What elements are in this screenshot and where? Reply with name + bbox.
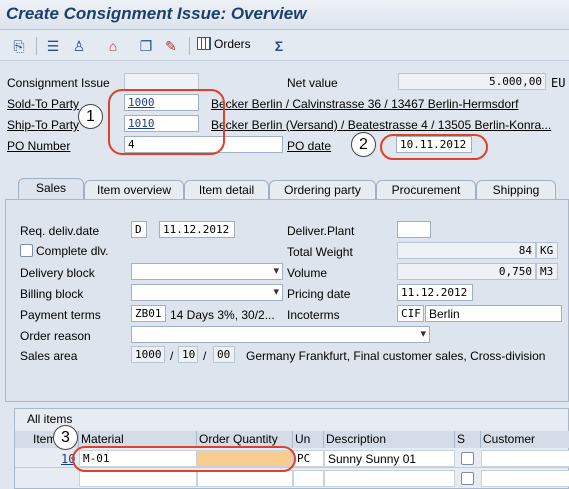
sales-org-field: 1000 — [131, 346, 165, 363]
complete-dlv-label: Complete dlv. — [36, 244, 109, 258]
currency-field: EU — [551, 76, 566, 90]
tab-ordering-party[interactable]: Ordering party — [269, 180, 376, 200]
division-field: 00 — [213, 346, 235, 363]
req-deliv-date-label: Req. deliv.date — [20, 224, 100, 238]
deliver-plant-label: Deliver.Plant — [287, 224, 355, 238]
order-reason-label: Order reason — [20, 329, 91, 343]
status-checkbox[interactable] — [461, 452, 474, 465]
complete-dlv-checkbox[interactable] — [20, 244, 33, 257]
net-value-label: Net value — [287, 76, 338, 90]
items-table-title: All items — [27, 412, 73, 426]
billing-block-label: Billing block — [20, 287, 84, 301]
customer-material-cell[interactable] — [481, 470, 569, 487]
create-item-icon[interactable]: ✎ — [162, 37, 180, 55]
callout-highlight-2 — [380, 134, 488, 160]
payment-terms-description: 14 Days 3%, 30/2... — [170, 308, 275, 322]
header-partner-icon[interactable]: ♙ — [70, 37, 88, 55]
unit-cell[interactable] — [293, 470, 324, 487]
deliver-plant-field[interactable] — [397, 221, 431, 238]
payment-terms-field[interactable]: ZB01 — [131, 305, 166, 322]
consignment-issue-label: Consignment Issue — [7, 76, 110, 90]
callout-highlight-1 — [108, 89, 225, 155]
order-reason-dropdown[interactable] — [131, 326, 430, 343]
tab-sales[interactable]: Sales — [18, 178, 84, 200]
total-weight-unit-field: KG — [536, 242, 558, 259]
tab-procurement[interactable]: Procurement — [376, 180, 476, 200]
callout-number-2: 2 — [351, 132, 376, 157]
ship-to-party-description[interactable]: Becker Berlin (Versand) / Beatestrasse 4… — [211, 118, 566, 132]
application-toolbar: ⎘ ☰ ♙ ⌂ ❐ ✎ Orders Σ — [0, 31, 569, 61]
po-date-label[interactable]: PO date — [287, 139, 331, 153]
description-cell[interactable]: Sunny Sunny 01 — [324, 450, 455, 467]
net-value-field: 5.000,00 — [398, 73, 546, 90]
column-header-status[interactable]: S — [455, 431, 481, 448]
total-weight-label: Total Weight — [287, 245, 353, 259]
home-icon[interactable]: ⌂ — [104, 37, 122, 55]
callout-number-3: 3 — [53, 425, 78, 450]
customer-material-cell[interactable] — [481, 450, 569, 467]
sold-to-party-label[interactable]: Sold-To Party — [7, 97, 79, 111]
column-header-description[interactable]: Description — [324, 431, 455, 448]
callout-number-1: 1 — [78, 104, 103, 129]
total-weight-field: 84 — [397, 242, 536, 259]
sold-to-party-description[interactable]: Becker Berlin / Calvinstrasse 36 / 13467… — [211, 97, 561, 111]
delivery-block-dropdown[interactable] — [131, 263, 283, 280]
sales-area-separator: / — [170, 349, 174, 363]
title-bar: Create Consignment Issue: Overview — [0, 0, 569, 30]
page-title: Create Consignment Issue: Overview — [6, 4, 307, 23]
column-header-unit[interactable]: Un — [293, 431, 324, 448]
tab-item-overview[interactable]: Item overview — [84, 180, 184, 200]
volume-unit-field: M3 — [536, 263, 558, 280]
material-cell[interactable] — [79, 470, 197, 487]
incoterms-label: Incoterms — [287, 308, 340, 322]
pricing-date-field[interactable]: 11.12.2012 — [397, 284, 473, 301]
sales-area-description: Germany Frankfurt, Final customer sales,… — [246, 349, 546, 363]
pricing-date-label: Pricing date — [287, 287, 351, 301]
incoterms-field[interactable]: CIF — [397, 305, 424, 322]
item-detail-icon[interactable]: ❐ — [137, 37, 155, 55]
unit-cell[interactable]: PC — [293, 450, 324, 467]
tab-shipping[interactable]: Shipping — [476, 180, 556, 200]
tabstrip: Sales Item overview Item detail Ordering… — [0, 178, 569, 200]
sigma-icon[interactable]: Σ — [270, 37, 288, 55]
volume-label: Volume — [287, 266, 328, 280]
order-quantity-cell[interactable] — [197, 470, 293, 487]
incoterms-place-field[interactable]: Berlin — [425, 305, 562, 322]
sales-area-separator: / — [203, 349, 207, 363]
volume-field: 0,750 — [397, 263, 536, 280]
sales-area-label: Sales area — [20, 349, 78, 363]
req-deliv-date-type-field[interactable]: D — [131, 221, 147, 238]
column-header-customer-material[interactable]: Customer Materi — [481, 431, 569, 463]
description-cell[interactable] — [324, 470, 455, 487]
orders-label: Orders — [214, 37, 251, 51]
callout-highlight-3 — [72, 446, 296, 472]
orders-icon — [197, 37, 211, 50]
status-checkbox[interactable] — [461, 472, 474, 485]
header-document-icon[interactable]: ☰ — [44, 37, 62, 55]
delivery-block-label: Delivery block — [20, 266, 95, 280]
payment-terms-label: Payment terms — [20, 308, 101, 322]
orders-button[interactable]: Orders — [197, 37, 251, 55]
tab-item-detail[interactable]: Item detail — [184, 180, 269, 200]
toolbar-separator — [189, 37, 190, 55]
ship-to-party-label[interactable]: Ship-To Party — [7, 118, 79, 132]
billing-block-dropdown[interactable] — [131, 284, 283, 301]
distribution-channel-field: 10 — [178, 346, 198, 363]
display-document-icon[interactable]: ⎘ — [10, 37, 28, 55]
req-deliv-date-field[interactable]: 11.12.2012 — [159, 221, 235, 238]
po-number-label[interactable]: PO Number — [7, 139, 70, 153]
toolbar-separator — [36, 37, 37, 55]
consignment-issue-field — [124, 73, 199, 90]
